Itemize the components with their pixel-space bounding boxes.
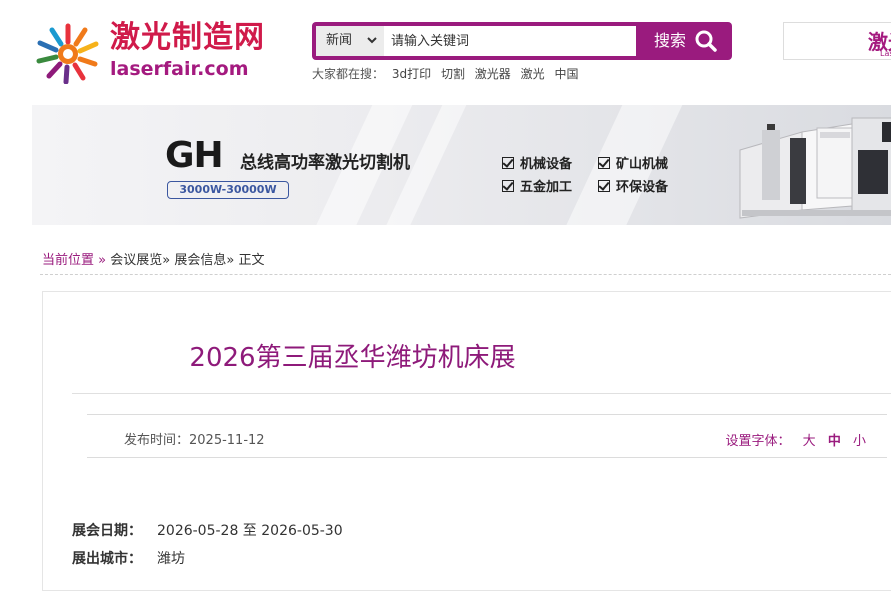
logo-name-en: laserfair.com bbox=[110, 58, 249, 80]
hot-search-label: 大家都在搜： bbox=[312, 67, 385, 81]
breadcrumb-separator: » bbox=[226, 253, 235, 268]
search-bar: 新闻 搜索 bbox=[312, 22, 732, 60]
title-divider bbox=[72, 393, 891, 394]
breadcrumb-link-exhibition-info[interactable]: 展会信息 bbox=[174, 253, 226, 268]
search-input[interactable] bbox=[384, 26, 636, 56]
checkbox-icon bbox=[502, 180, 514, 192]
banner-feature: 机械设备 bbox=[502, 153, 572, 172]
font-size-small-button[interactable]: 小 bbox=[853, 434, 866, 449]
publish-time: 发布时间：2025-11-12 bbox=[124, 429, 265, 448]
search-category-value: 新闻 bbox=[326, 33, 353, 48]
checkbox-icon bbox=[598, 180, 610, 192]
checkbox-icon bbox=[598, 157, 610, 169]
info-label: 展出城市： bbox=[72, 551, 142, 567]
font-size-setter: 设置字体： 大 中 小 bbox=[726, 430, 866, 449]
chevron-down-icon bbox=[366, 26, 378, 68]
info-row-date: 展会日期： 2026-05-28 至 2026-05-30 bbox=[72, 520, 343, 540]
search-button[interactable]: 搜索 bbox=[636, 26, 728, 56]
breadcrumb: 当前位置 » 会议展览» 展会信息» 正文 bbox=[42, 249, 265, 268]
article-title: 2026第三届丞华潍坊机床展 bbox=[189, 343, 516, 373]
banner-feature: 矿山机械 bbox=[598, 153, 668, 172]
breadcrumb-link-exhibitions[interactable]: 会议展览 bbox=[110, 253, 162, 268]
breadcrumb-divider bbox=[40, 274, 891, 275]
info-label: 展会日期： bbox=[72, 523, 142, 539]
publish-time-value: 2025-11-12 bbox=[189, 433, 265, 448]
breadcrumb-current-label: 当前位置 bbox=[42, 253, 95, 268]
article-meta-bar: 发布时间：2025-11-12 设置字体： 大 中 小 bbox=[87, 414, 887, 458]
hot-keyword-link[interactable]: 激光 bbox=[521, 67, 545, 81]
hot-keyword-link[interactable]: 切割 bbox=[441, 67, 465, 81]
banner-feature: 环保设备 bbox=[598, 176, 668, 195]
publish-time-label: 发布时间： bbox=[124, 433, 190, 448]
search-button-label: 搜索 bbox=[654, 31, 687, 50]
breadcrumb-item-article: 正文 bbox=[238, 253, 265, 268]
ad-banner[interactable]: GH 总线高功率激光切割机 3000W-30000W 机械设备 矿山机械 五金加… bbox=[32, 105, 891, 225]
font-size-medium-button[interactable]: 中 bbox=[828, 434, 841, 449]
side-ad-text-en: Las bbox=[880, 49, 891, 58]
info-row-city: 展出城市： 潍坊 bbox=[72, 548, 185, 568]
search-category-select[interactable]: 新闻 bbox=[316, 26, 384, 56]
font-size-large-button[interactable]: 大 bbox=[803, 434, 816, 449]
side-ad-banner[interactable]: 激光 Las bbox=[783, 22, 891, 60]
banner-feature: 五金加工 bbox=[502, 176, 572, 195]
hot-search-keywords: 大家都在搜： 3d打印 切割 激光器 激光 中国 bbox=[312, 65, 584, 82]
banner-model: GH bbox=[165, 135, 224, 176]
banner-power-range: 3000W-30000W bbox=[167, 181, 289, 199]
info-value: 2026-05-28 至 2026-05-30 bbox=[157, 523, 343, 539]
breadcrumb-separator: » bbox=[98, 253, 107, 268]
hot-keyword-link[interactable]: 激光器 bbox=[475, 67, 511, 81]
search-icon bbox=[695, 30, 717, 52]
site-logo[interactable]: 激光制造网 laserfair.com bbox=[30, 20, 280, 84]
font-size-label: 设置字体： bbox=[725, 434, 791, 449]
logo-sunburst-icon bbox=[36, 23, 99, 84]
checkbox-icon bbox=[502, 157, 514, 169]
breadcrumb-separator: » bbox=[162, 253, 171, 268]
banner-title: 总线高功率激光切割机 bbox=[240, 153, 410, 173]
logo-name-cn: 激光制造网 bbox=[110, 20, 265, 55]
hot-keyword-link[interactable]: 3d打印 bbox=[392, 67, 431, 81]
info-value: 潍坊 bbox=[157, 551, 185, 567]
hot-keyword-link[interactable]: 中国 bbox=[554, 67, 578, 81]
laser-machine-image bbox=[739, 117, 891, 219]
